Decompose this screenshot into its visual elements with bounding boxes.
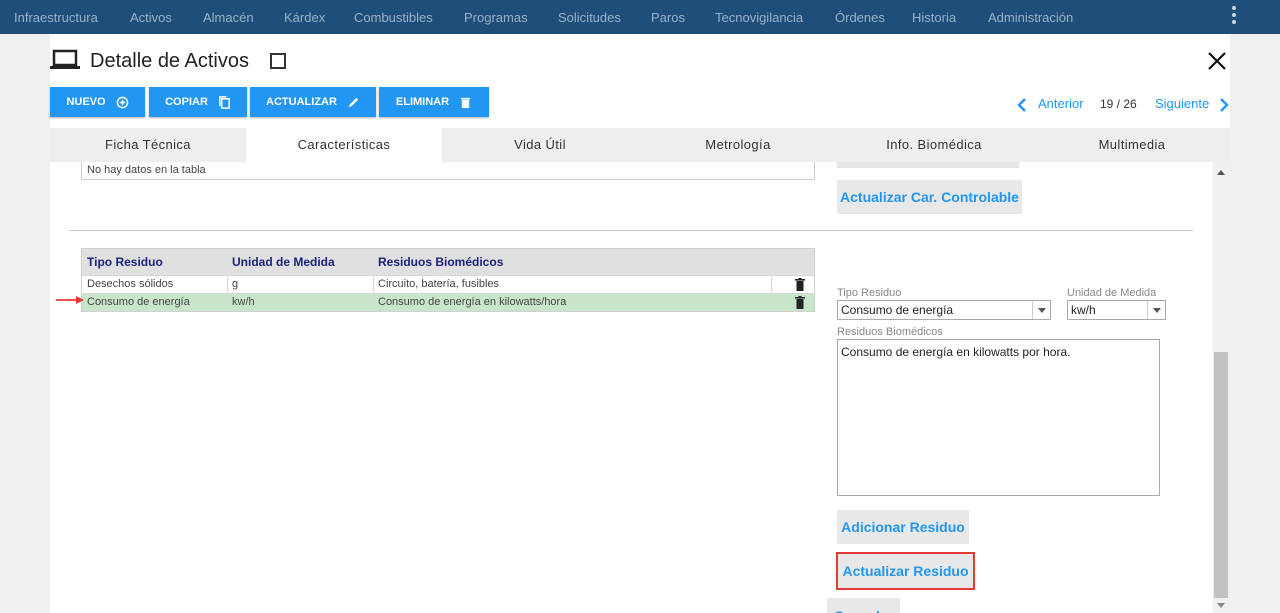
cell-tipo: Desechos sólidos [87,278,174,290]
nav-item-programas[interactable]: Programas [464,10,528,25]
scroll-thumb[interactable] [1214,352,1228,598]
previous-link[interactable]: Anterior [1038,96,1084,111]
nav-item-almacen[interactable]: Almacén [203,10,254,25]
delete-button[interactable]: ELIMINAR [379,87,489,117]
column-header-residuos[interactable]: Residuos Biomédicos [378,255,503,269]
add-residue-button[interactable]: Adicionar Residuo [837,510,969,544]
cancel-button[interactable]: Cancelar [827,598,900,613]
tab-caracteristicas[interactable]: Características [246,128,442,162]
delete-button-label: ELIMINAR [395,96,450,108]
section-divider [69,230,1193,231]
residuos-biomedicos-label: Residuos Biomédicos [837,326,943,338]
chevron-left-icon[interactable] [1016,97,1028,113]
next-link[interactable]: Siguiente [1155,96,1209,111]
tab-vida-util[interactable]: Vida Útil [442,128,638,162]
nav-item-administracion[interactable]: Administración [988,10,1073,25]
cell-residuos: Consumo de energía en kilowatts/hora [378,296,567,308]
tipo-residuo-label: Tipo Residuo [837,287,902,299]
tab-ficha-tecnica[interactable]: Ficha Técnica [50,128,246,162]
column-header-tipo[interactable]: Tipo Residuo [87,255,163,269]
empty-table-message: No hay datos en la tabla [81,162,815,180]
tab-multimedia[interactable]: Multimedia [1034,128,1230,162]
column-header-unidad[interactable]: Unidad de Medida [232,255,335,269]
tab-content: No hay datos en la tabla Actualizar Car.… [50,162,1230,613]
nav-item-infraestructura[interactable]: Infraestructura [14,10,98,25]
nav-item-kardex[interactable]: Kárdex [284,10,325,25]
copy-button-label: COPIAR [165,96,208,108]
cell-tipo: Consumo de energía [87,296,190,308]
dialog-title: Detalle de Activos [90,50,249,72]
tab-bar: Ficha Técnica Características Vida Útil … [50,128,1230,162]
chevron-right-icon[interactable] [1218,97,1230,113]
update-button[interactable]: ACTUALIZAR [250,87,376,117]
more-menu-icon[interactable] [1230,6,1238,24]
tab-info-biomedica[interactable]: Info. Biomédica [836,128,1032,162]
cell-unidad: kw/h [232,296,255,308]
tab-metrologia[interactable]: Metrología [640,128,836,162]
scroll-up-icon[interactable] [1217,170,1225,175]
favorite-checkbox[interactable] [270,53,286,69]
chevron-down-icon[interactable] [1032,301,1050,319]
nav-item-historia[interactable]: Historia [912,10,956,25]
cell-unidad: g [232,278,239,290]
arrow-right-icon [56,296,84,304]
record-counter: 19 / 26 [1100,97,1137,111]
table-header: Tipo Residuo Unidad de Medida Residuos B… [82,249,814,275]
residuos-table: Tipo Residuo Unidad de Medida Residuos B… [81,248,815,312]
update-residue-button[interactable]: Actualizar Residuo [836,552,975,590]
close-icon[interactable] [1206,50,1228,72]
laptop-icon [50,49,80,69]
unidad-medida-select[interactable]: kw/h [1067,300,1166,320]
nav-item-ordenes[interactable]: Órdenes [835,10,885,25]
table-row[interactable]: Desechos sólidos g Circuito, batería, fu… [82,275,814,293]
nav-item-paros[interactable]: Paros [651,10,685,25]
unidad-medida-label: Unidad de Medida [1067,287,1157,299]
asset-detail-dialog: Detalle de Activos NUEVO COPIAR ACTUALIZ… [50,34,1230,613]
trash-icon[interactable] [795,278,805,291]
tipo-residuo-value: Consumo de energía [841,303,954,317]
update-button-label: ACTUALIZAR [266,96,337,108]
hidden-button[interactable] [837,162,1019,168]
pencil-icon [348,97,359,107]
table-row-selected[interactable]: Consumo de energía kw/h Consumo de energ… [82,293,814,311]
residuos-biomedicos-textarea[interactable]: Consumo de energía en kilowatts por hora… [837,339,1160,496]
cell-residuos: Circuito, batería, fusibles [378,278,500,290]
update-controlable-button[interactable]: Actualizar Car. Controlable [837,180,1022,214]
copy-icon [219,95,230,109]
nav-item-solicitudes[interactable]: Solicitudes [558,10,621,25]
copy-button[interactable]: COPIAR [149,87,247,117]
chevron-down-icon[interactable] [1147,301,1165,319]
new-button[interactable]: NUEVO [50,87,145,117]
new-button-label: NUEVO [66,96,106,108]
plus-circle-icon [116,96,128,108]
unidad-medida-value: kw/h [1071,303,1096,317]
scroll-down-icon[interactable] [1217,603,1225,608]
nav-item-tecnovigilancia[interactable]: Tecnovigilancia [715,10,803,25]
top-nav: Infraestructura Activos Almacén Kárdex C… [0,0,1280,34]
vertical-scrollbar[interactable] [1213,162,1230,613]
nav-item-activos[interactable]: Activos [130,10,172,25]
trash-icon [460,97,471,108]
nav-item-combustibles[interactable]: Combustibles [354,10,433,25]
trash-icon[interactable] [795,296,805,309]
tipo-residuo-select[interactable]: Consumo de energía [837,300,1051,320]
